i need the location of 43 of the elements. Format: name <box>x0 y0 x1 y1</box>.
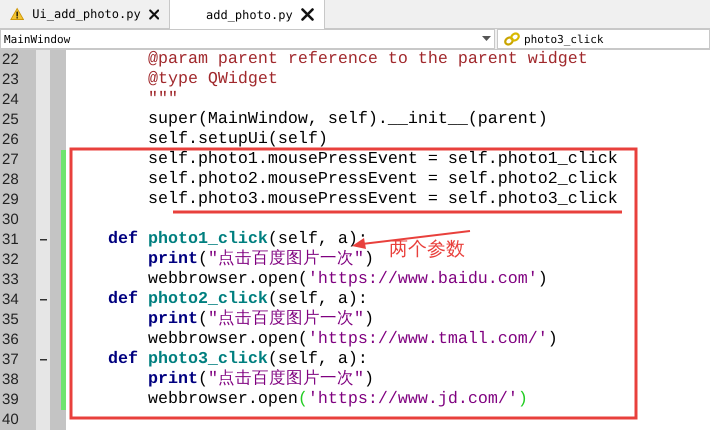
line-number: 29 <box>0 190 36 210</box>
code-line: def photo2_click(self, a): <box>106 290 368 309</box>
code-line: self.photo1.mousePressEvent = self.photo1_click <box>146 150 618 169</box>
line-number: 27 <box>0 150 36 170</box>
class-dropdown[interactable]: MainWindow <box>0 29 495 49</box>
line-number: 37 <box>0 350 36 370</box>
line-number: 35 <box>0 310 36 330</box>
annotation-label: 两个参数 <box>389 237 465 262</box>
code-line: super(MainWindow, self).__init__(parent) <box>146 110 548 129</box>
line-number: 39 <box>0 390 36 410</box>
line-number: 22 <box>0 50 36 70</box>
code-line: webbrowser.open('https://www.jd.com/') <box>146 390 528 409</box>
line-number: 25 <box>0 110 36 130</box>
line-number: 32 <box>0 250 36 270</box>
caret-icon <box>482 36 491 42</box>
line-number: 33 <box>0 270 36 290</box>
line-number: 28 <box>0 170 36 190</box>
code-line: @type QWidget <box>146 70 278 89</box>
line-number: 34 <box>0 290 36 310</box>
line-number: 23 <box>0 70 36 90</box>
code-line: def photo3_click(self, a): <box>106 350 368 369</box>
line-number: 30 <box>0 210 36 230</box>
line-number: 24 <box>0 90 36 110</box>
code-line: print("点击百度图片一次") <box>146 370 374 389</box>
code-line: webbrowser.open('https://www.baidu.com') <box>146 270 548 289</box>
line-number: 40 <box>0 410 36 430</box>
code-line: self.photo3.mousePressEvent = self.photo3_click <box>146 190 618 209</box>
line-number: 36 <box>0 330 36 350</box>
code-line: self.photo2.mousePressEvent = self.photo2_click <box>146 170 618 189</box>
line-number: 26 <box>0 130 36 150</box>
code-line: @param parent reference to the parent widget <box>146 50 588 69</box>
code-line: print("点击百度图片一次") <box>146 310 374 329</box>
link-icon <box>504 32 520 46</box>
close-icon[interactable] <box>148 8 159 20</box>
code-line: self.setupUi(self) <box>146 130 328 149</box>
code-line: print("点击百度图片一次") <box>146 250 374 269</box>
method-dropdown[interactable]: photo3_click <box>497 29 710 49</box>
code-line: webbrowser.open('https://www.tmall.com/') <box>146 330 558 349</box>
line-number: 38 <box>0 370 36 390</box>
editor-tab[interactable]: add_photo.py <box>170 0 325 29</box>
line-number: 31 <box>0 230 36 250</box>
code-line: """ <box>146 90 178 109</box>
close-icon[interactable] <box>301 8 314 21</box>
